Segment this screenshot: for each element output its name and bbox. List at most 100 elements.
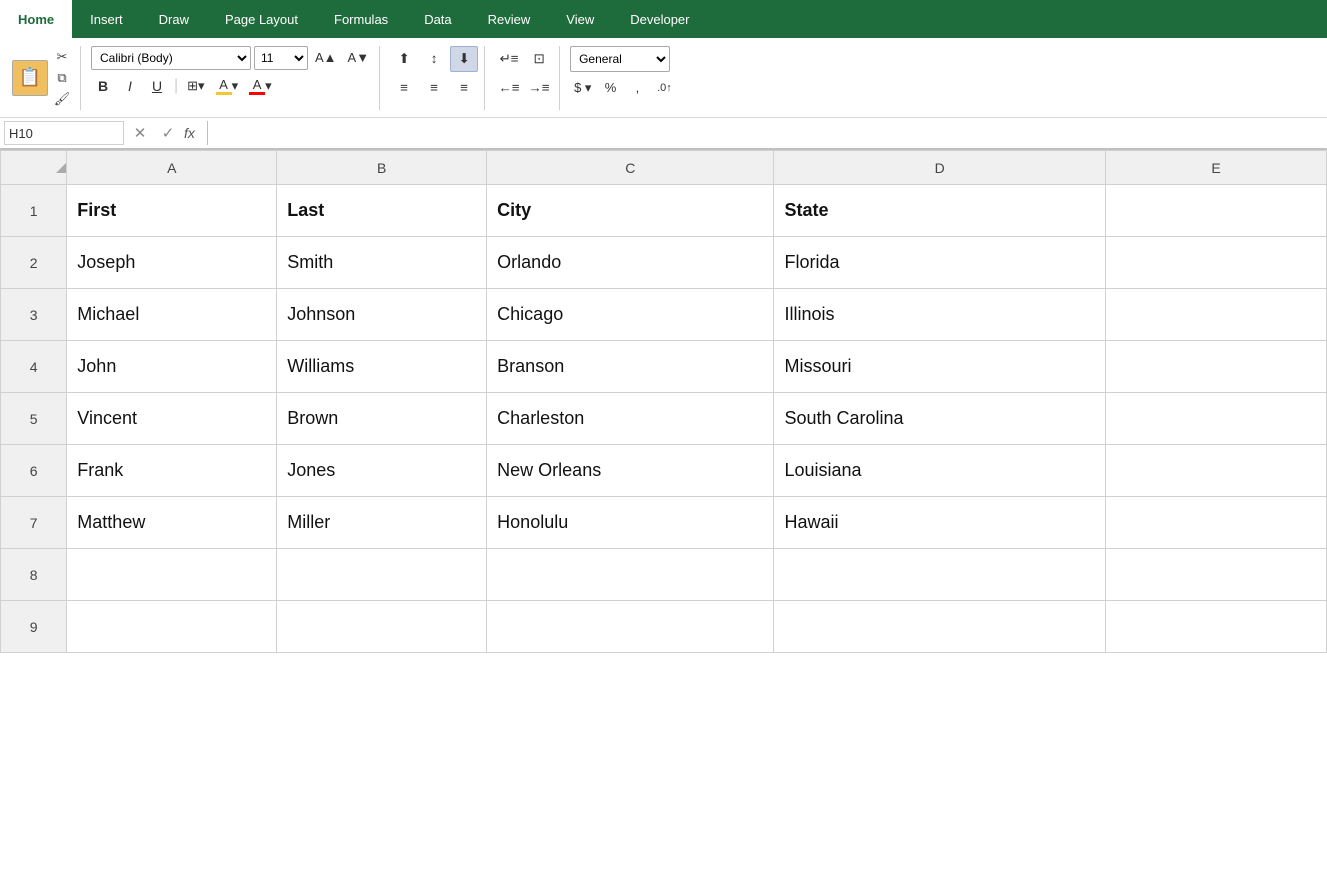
align-middle-button[interactable]: ↕ <box>420 46 448 72</box>
cell-r5-c5[interactable] <box>1105 393 1326 445</box>
cell-r1-c1[interactable]: First <box>67 185 277 237</box>
copy-button[interactable]: ⧉ <box>50 68 74 88</box>
align-left-button[interactable]: ≡ <box>390 75 418 101</box>
tab-formulas[interactable]: Formulas <box>316 0 406 38</box>
row-header-8[interactable]: 8 <box>1 549 67 601</box>
cell-r4-c2[interactable]: Williams <box>277 341 487 393</box>
row-header-7[interactable]: 7 <box>1 497 67 549</box>
tab-review[interactable]: Review <box>470 0 549 38</box>
cell-r7-c3[interactable]: Honolulu <box>487 497 774 549</box>
tab-draw[interactable]: Draw <box>141 0 207 38</box>
cell-r4-c5[interactable] <box>1105 341 1326 393</box>
cell-r9-c4[interactable] <box>774 601 1106 653</box>
cell-r1-c2[interactable]: Last <box>277 185 487 237</box>
confirm-formula-button[interactable]: ✓ <box>156 121 180 145</box>
number-format-select[interactable]: General <box>570 46 670 72</box>
row-header-4[interactable]: 4 <box>1 341 67 393</box>
cell-r1-c3[interactable]: City <box>487 185 774 237</box>
cell-r7-c2[interactable]: Miller <box>277 497 487 549</box>
cell-r4-c3[interactable]: Branson <box>487 341 774 393</box>
cell-r3-c5[interactable] <box>1105 289 1326 341</box>
cell-r9-c1[interactable] <box>67 601 277 653</box>
cell-r8-c5[interactable] <box>1105 549 1326 601</box>
cell-r6-c2[interactable]: Jones <box>277 445 487 497</box>
tab-page-layout[interactable]: Page Layout <box>207 0 316 38</box>
underline-button[interactable]: U <box>145 74 169 98</box>
tab-home[interactable]: Home <box>0 0 72 38</box>
align-right-button[interactable]: ≡ <box>450 75 478 101</box>
cell-r3-c1[interactable]: Michael <box>67 289 277 341</box>
italic-button[interactable]: I <box>118 74 142 98</box>
tab-developer[interactable]: Developer <box>612 0 707 38</box>
font-color-button[interactable]: A ▾ <box>245 74 276 98</box>
cell-r6-c5[interactable] <box>1105 445 1326 497</box>
cell-r4-c4[interactable]: Missouri <box>774 341 1106 393</box>
row-header-6[interactable]: 6 <box>1 445 67 497</box>
align-top-button[interactable]: ⬆ <box>390 46 418 72</box>
corner-cell[interactable] <box>1 151 67 185</box>
cell-r5-c3[interactable]: Charleston <box>487 393 774 445</box>
merge-center-button[interactable]: ⊡ <box>525 46 553 72</box>
cell-r7-c4[interactable]: Hawaii <box>774 497 1106 549</box>
cell-r9-c5[interactable] <box>1105 601 1326 653</box>
cell-r3-c3[interactable]: Chicago <box>487 289 774 341</box>
font-size-select[interactable]: 11 <box>254 46 308 70</box>
tab-data[interactable]: Data <box>406 0 469 38</box>
wrap-text-button[interactable]: ↵≡ <box>495 46 523 72</box>
col-header-e[interactable]: E <box>1105 151 1326 185</box>
row-header-3[interactable]: 3 <box>1 289 67 341</box>
percent-button[interactable]: % <box>598 76 622 100</box>
cell-r7-c1[interactable]: Matthew <box>67 497 277 549</box>
cell-r8-c1[interactable] <box>67 549 277 601</box>
row-header-5[interactable]: 5 <box>1 393 67 445</box>
bold-button[interactable]: B <box>91 74 115 98</box>
cell-r5-c1[interactable]: Vincent <box>67 393 277 445</box>
col-header-b[interactable]: B <box>277 151 487 185</box>
cell-r3-c2[interactable]: Johnson <box>277 289 487 341</box>
col-header-a[interactable]: A <box>67 151 277 185</box>
cell-r8-c4[interactable] <box>774 549 1106 601</box>
paste-button[interactable]: 📋 <box>12 60 48 96</box>
cancel-formula-button[interactable]: ✕ <box>128 121 152 145</box>
decrease-indent-button[interactable]: ←≡ <box>495 75 523 101</box>
cell-r8-c3[interactable] <box>487 549 774 601</box>
cell-r5-c4[interactable]: South Carolina <box>774 393 1106 445</box>
formula-input[interactable] <box>216 121 1323 145</box>
cell-r9-c2[interactable] <box>277 601 487 653</box>
row-header-2[interactable]: 2 <box>1 237 67 289</box>
scissors-button[interactable]: ✂ <box>50 47 74 67</box>
tab-insert[interactable]: Insert <box>72 0 141 38</box>
tab-view[interactable]: View <box>548 0 612 38</box>
cell-r1-c5[interactable] <box>1105 185 1326 237</box>
row-header-9[interactable]: 9 <box>1 601 67 653</box>
cell-reference-box[interactable]: H10 <box>4 121 124 145</box>
cell-r5-c2[interactable]: Brown <box>277 393 487 445</box>
cell-r8-c2[interactable] <box>277 549 487 601</box>
comma-button[interactable]: , <box>625 76 649 100</box>
font-shrink-button[interactable]: A▼ <box>344 46 374 70</box>
cell-r7-c5[interactable] <box>1105 497 1326 549</box>
cell-r9-c3[interactable] <box>487 601 774 653</box>
format-painter-button[interactable]: 🖌 <box>50 89 74 109</box>
col-header-c[interactable]: C <box>487 151 774 185</box>
cell-r4-c1[interactable]: John <box>67 341 277 393</box>
cell-r2-c4[interactable]: Florida <box>774 237 1106 289</box>
cell-r3-c4[interactable]: Illinois <box>774 289 1106 341</box>
row-header-1[interactable]: 1 <box>1 185 67 237</box>
cell-r2-c3[interactable]: Orlando <box>487 237 774 289</box>
cell-r6-c1[interactable]: Frank <box>67 445 277 497</box>
font-grow-button[interactable]: A▲ <box>311 46 341 70</box>
fill-color-button[interactable]: A ▾ <box>212 74 243 98</box>
align-center-button[interactable]: ≡ <box>420 75 448 101</box>
cell-r2-c5[interactable] <box>1105 237 1326 289</box>
cell-r1-c4[interactable]: State <box>774 185 1106 237</box>
increase-decimal-button[interactable]: .0↑ <box>652 76 676 100</box>
cell-r6-c4[interactable]: Louisiana <box>774 445 1106 497</box>
cell-r6-c3[interactable]: New Orleans <box>487 445 774 497</box>
cell-r2-c2[interactable]: Smith <box>277 237 487 289</box>
font-family-select[interactable]: Calibri (Body) <box>91 46 251 70</box>
increase-indent-button[interactable]: →≡ <box>525 75 553 101</box>
col-header-d[interactable]: D <box>774 151 1106 185</box>
currency-button[interactable]: $ ▾ <box>570 76 595 100</box>
align-bottom-button[interactable]: ⬇ <box>450 46 478 72</box>
